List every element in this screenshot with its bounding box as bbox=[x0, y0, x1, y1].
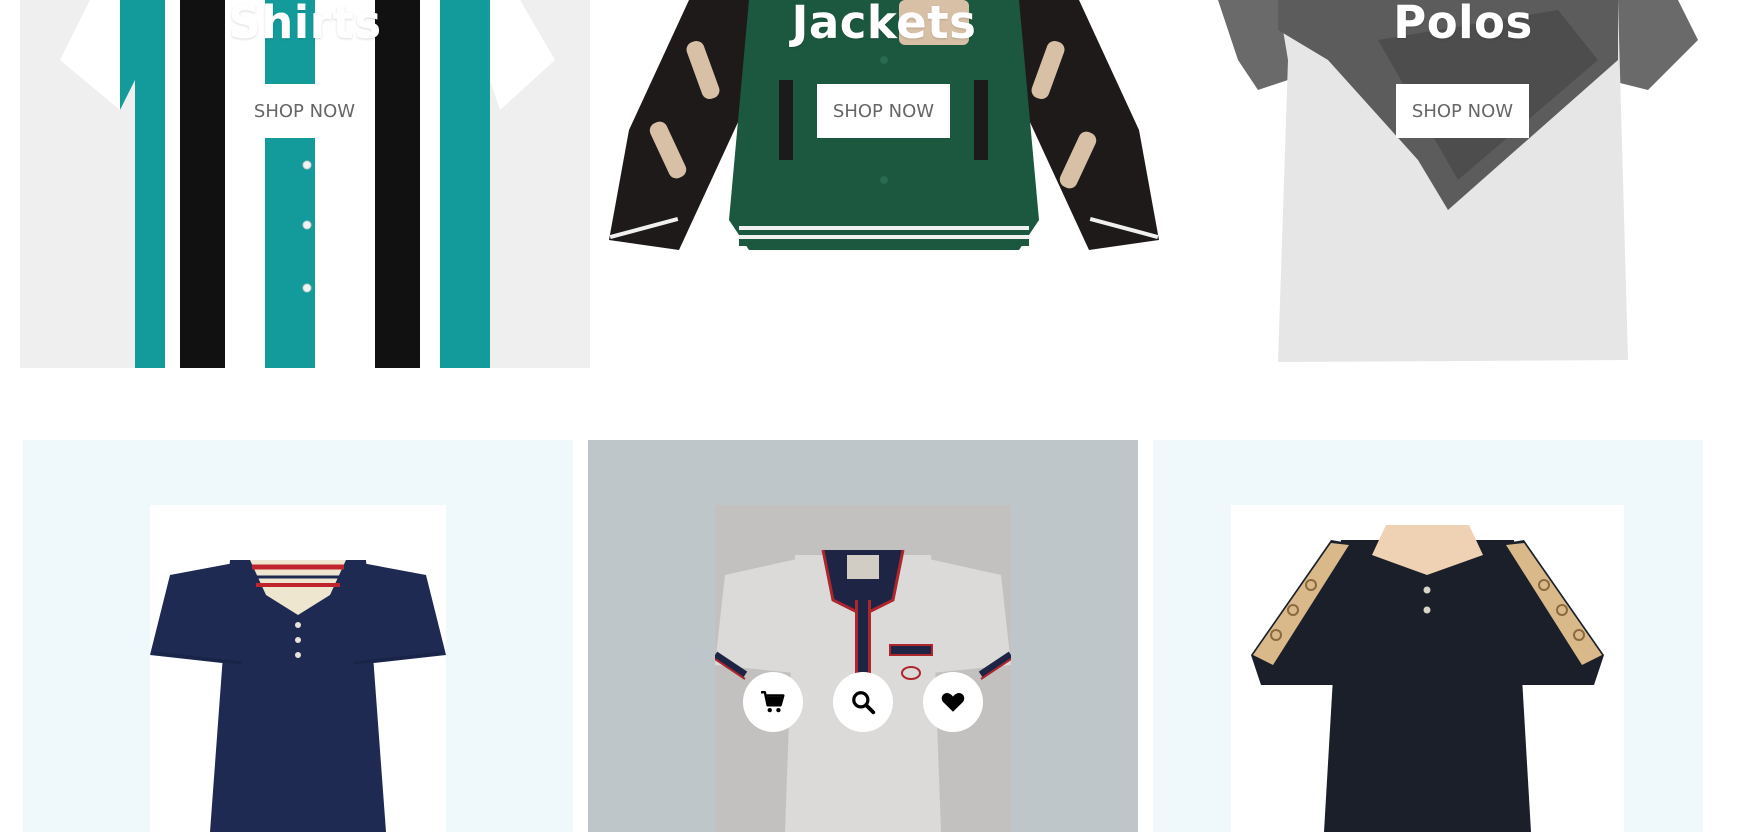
navy-polo-image bbox=[150, 560, 446, 832]
category-title-polos: Polos bbox=[1393, 0, 1533, 49]
product-card[interactable] bbox=[23, 440, 573, 832]
striped-shirt-image bbox=[60, 0, 555, 368]
search-icon bbox=[852, 691, 876, 715]
quick-view-button[interactable] bbox=[833, 672, 893, 732]
product-card-hovered[interactable] bbox=[588, 440, 1138, 832]
product-card[interactable] bbox=[1153, 440, 1703, 832]
product-image[interactable] bbox=[1231, 505, 1624, 832]
heart-icon bbox=[941, 693, 965, 712]
shop-now-button-polos[interactable]: SHOP NOW bbox=[1396, 84, 1529, 138]
product-image[interactable] bbox=[150, 505, 446, 832]
cart-icon bbox=[761, 691, 785, 713]
add-to-wishlist-button[interactable] bbox=[923, 672, 983, 732]
shop-now-button-shirts[interactable]: SHOP NOW bbox=[238, 84, 371, 138]
grey-tshirt-image bbox=[1218, 0, 1698, 362]
category-card-shirts[interactable]: Shirts SHOP NOW bbox=[20, 0, 590, 368]
shop-now-button-jackets[interactable]: SHOP NOW bbox=[817, 84, 950, 138]
category-title-jackets: Jackets bbox=[791, 0, 977, 49]
add-to-cart-button[interactable] bbox=[743, 672, 803, 732]
category-card-jackets[interactable]: Jackets SHOP NOW bbox=[599, 0, 1169, 368]
category-title-shirts: Shirts bbox=[228, 0, 382, 49]
black-polo-image bbox=[1251, 525, 1604, 832]
product-image[interactable] bbox=[715, 505, 1011, 832]
hover-overlay bbox=[715, 505, 1011, 832]
product-actions bbox=[743, 672, 983, 732]
category-card-polos[interactable]: Polos SHOP NOW bbox=[1178, 0, 1744, 368]
varsity-jacket-image bbox=[609, 0, 1159, 250]
